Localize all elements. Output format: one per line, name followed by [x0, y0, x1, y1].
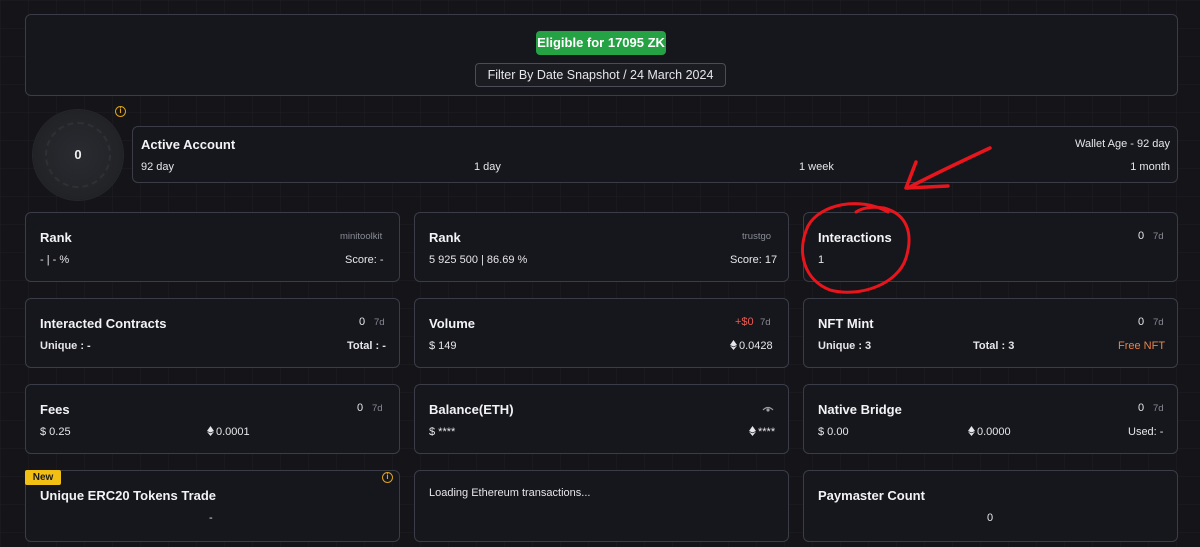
card-title: Interactions	[818, 230, 892, 245]
card-period: 7d	[374, 317, 385, 328]
nft-mint-card	[803, 298, 1178, 368]
ethereum-icon	[207, 426, 214, 436]
card-eth-value: ****	[749, 426, 775, 438]
card-title: Balance(ETH)	[429, 402, 514, 417]
card-title: Fees	[40, 402, 70, 417]
card-source: trustgo	[742, 231, 772, 242]
card-score: Score: 17	[730, 254, 778, 266]
card-usd: $ ****	[429, 426, 456, 438]
card-count: 0	[1138, 402, 1145, 414]
card-title: NFT Mint	[818, 316, 874, 331]
rank-trustgo-card	[414, 212, 789, 282]
timeline-label: 1 week	[799, 161, 834, 173]
card-count: 0	[1138, 316, 1145, 328]
card-unique: Unique : 3	[818, 340, 872, 352]
card-total: Total : 3	[973, 340, 1015, 352]
card-eth-value: 0.0428	[730, 340, 773, 352]
timeline-label: 1 day	[474, 161, 501, 173]
card-unique: Unique : -	[40, 340, 91, 352]
score-ring-value: 0	[74, 147, 82, 162]
info-icon[interactable]: i	[382, 472, 393, 483]
volume-card	[414, 298, 789, 368]
loading-card	[414, 470, 789, 542]
card-usd: $ 0.00	[818, 426, 849, 438]
card-eth-value: 0.0001	[207, 426, 250, 438]
timeline-label: 1 month	[1130, 161, 1170, 173]
card-eth-value: 0.0000	[968, 426, 1011, 438]
interacted-contracts-card	[25, 298, 400, 368]
ethereum-icon	[968, 426, 975, 436]
card-title: Rank	[429, 230, 461, 245]
active-account-panel	[132, 126, 1178, 183]
balance-card	[414, 384, 789, 454]
card-title: Rank	[40, 230, 72, 245]
ethereum-icon	[749, 426, 756, 436]
info-icon[interactable]: i	[115, 106, 126, 117]
eligible-badge: Eligible for 17095 ZK	[536, 31, 666, 55]
card-title: Interacted Contracts	[40, 316, 167, 331]
card-source: minitoolkit	[340, 231, 383, 242]
card-value: - | - %	[40, 254, 70, 266]
active-account-title: Active Account	[141, 137, 236, 152]
wallet-age: Wallet Age - 92 day	[1075, 138, 1170, 150]
erc20-trade-card	[25, 470, 400, 542]
card-period: 7d	[1153, 403, 1164, 414]
card-period: 7d	[1153, 317, 1164, 328]
date-filter-button[interactable]: Filter By Date Snapshot / 24 March 2024	[475, 63, 726, 87]
card-period: 7d	[760, 317, 771, 328]
eth-amount: 0.0000	[977, 426, 1011, 438]
card-count: 0	[359, 316, 366, 328]
card-title: Paymaster Count	[818, 488, 925, 503]
card-value: 5 925 500 | 86.69 %	[429, 254, 528, 266]
eth-amount: ****	[758, 426, 776, 438]
card-usd: $ 149	[429, 340, 457, 352]
native-bridge-card	[803, 384, 1178, 454]
card-total: Total : -	[347, 340, 386, 352]
new-badge: New	[25, 470, 61, 485]
interactions-card	[803, 212, 1178, 282]
rank-minitoolkit-card	[25, 212, 400, 282]
card-count: 0	[357, 402, 364, 414]
card-count: 0	[1138, 230, 1145, 242]
card-value: -	[209, 512, 213, 524]
score-ring: 0	[33, 110, 123, 200]
card-period: 7d	[372, 403, 383, 414]
eth-amount: 0.0001	[216, 426, 250, 438]
card-usd: $ 0.25	[40, 426, 71, 438]
fees-card	[25, 384, 400, 454]
card-value: 1	[818, 254, 825, 266]
card-value: 0	[987, 512, 994, 524]
paymaster-card	[803, 470, 1178, 542]
volume-delta: +$0	[735, 316, 754, 328]
bridge-used: Used: -	[1128, 426, 1164, 438]
loading-text: Loading Ethereum transactions...	[429, 487, 591, 499]
free-nft-label: Free NFT	[1118, 340, 1166, 352]
card-title: Volume	[429, 316, 475, 331]
card-period: 7d	[1153, 231, 1164, 242]
eth-amount: 0.0428	[739, 340, 773, 352]
card-title: Native Bridge	[818, 402, 902, 417]
ethereum-icon	[730, 340, 737, 350]
card-score: Score: -	[345, 254, 384, 266]
card-title: Unique ERC20 Tokens Trade	[40, 488, 217, 503]
eye-icon[interactable]	[762, 405, 774, 413]
timeline-label: 92 day	[141, 161, 175, 173]
